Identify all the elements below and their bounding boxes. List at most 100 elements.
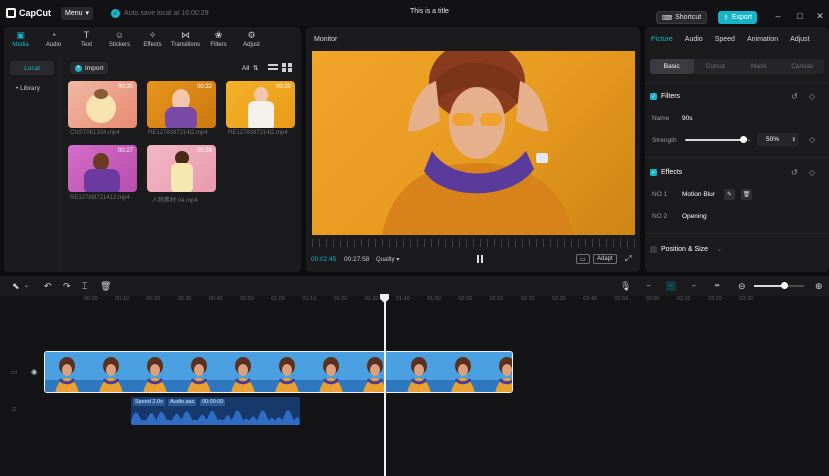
select-tool-icon[interactable]: ⬉ xyxy=(12,281,20,291)
tab-audio[interactable]: ◔ Audio xyxy=(37,27,70,51)
trash-icon[interactable]: 🗑 xyxy=(741,189,752,200)
filter-dropdown[interactable]: All ⇅ xyxy=(242,64,259,72)
media-thumbnail-1[interactable]: 00:30 xyxy=(68,81,137,128)
reset-icon[interactable]: ↺ xyxy=(791,92,798,101)
subtab-canvas[interactable]: Canvas xyxy=(781,59,825,74)
sidebar-item-local[interactable]: Local xyxy=(10,61,54,75)
auto-link-icon[interactable]: ⇔ xyxy=(689,281,699,291)
export-button[interactable]: ⇪ Export xyxy=(718,11,758,24)
video-preview[interactable] xyxy=(312,51,635,235)
ruler-tick-label: 00:50 xyxy=(240,296,254,302)
app-logo: CapCut xyxy=(6,8,51,18)
strength-slider-handle[interactable] xyxy=(739,136,747,143)
filters-checkbox[interactable]: ✓ xyxy=(650,93,657,100)
eye-icon[interactable]: ◉ xyxy=(31,368,37,376)
ruler-tick-label: 00:00 xyxy=(84,296,98,302)
stickers-icon: ☺ xyxy=(114,29,125,40)
effects-section-header[interactable]: ✓ Effects xyxy=(650,169,682,176)
media-thumbnail-3[interactable]: 00:30 xyxy=(226,81,295,128)
sidebar-item-library[interactable]: • Library xyxy=(10,81,54,95)
strength-slider[interactable] xyxy=(685,136,750,143)
subtab-cutout[interactable]: Cutout xyxy=(694,59,738,74)
media-thumbnail-2[interactable]: 00:32 xyxy=(147,81,216,128)
split-icon[interactable]: ⌶ xyxy=(82,281,87,291)
filters-section-header[interactable]: ✓ Filters xyxy=(650,93,680,100)
shortcut-button[interactable]: ⌨ Shortcut xyxy=(656,11,708,24)
tab-speed[interactable]: Speed xyxy=(709,27,741,51)
document-title[interactable]: This is a title xyxy=(410,8,449,15)
thumbnail-duration: 00:30 xyxy=(275,84,291,90)
pause-icon[interactable] xyxy=(476,255,484,263)
adapt-button[interactable]: Adapt xyxy=(593,254,617,264)
tab-adjust[interactable]: ⚙ Adjust xyxy=(235,27,268,51)
tab-text[interactable]: T Text xyxy=(70,27,103,51)
preview-axis-icon[interactable]: ⇹ xyxy=(712,281,722,291)
chevron-down-icon: ▾ xyxy=(85,10,90,17)
minimize-icon[interactable]: – xyxy=(772,11,784,21)
magnet-snap-icon[interactable]: ⇔ xyxy=(666,281,676,291)
tab-effects[interactable]: ✧ Effects xyxy=(136,27,169,51)
ruler-tick-label: 01:30 xyxy=(364,296,379,302)
timeline-ruler[interactable]: 00:00 00:10 00:20 00:30 00:40 00:50 01:00 01:10… xyxy=(0,296,829,306)
link-clips-icon[interactable]: ⇔ xyxy=(644,281,654,291)
ruler-tick-label: 01:40 xyxy=(396,296,410,302)
fit-ratio-button[interactable]: ▭ xyxy=(576,254,590,264)
fullscreen-icon[interactable]: ⤢ xyxy=(622,254,634,264)
tab-filters[interactable]: ❀ Filters xyxy=(202,27,235,51)
audio-timecode: 00:00:00 xyxy=(200,399,226,406)
monitor-title: Monitor xyxy=(314,36,338,43)
chevron-down-icon[interactable]: ⌄ xyxy=(24,281,29,291)
filters-icon: ❀ xyxy=(214,29,223,40)
video-frame xyxy=(397,352,441,392)
subtab-basic[interactable]: Basic xyxy=(650,59,694,74)
list-view-icon[interactable] xyxy=(268,63,278,72)
effect-2-value: Opening xyxy=(682,213,707,220)
reset-icon[interactable]: ↺ xyxy=(791,168,798,177)
media-thumbnail-5[interactable]: 00:28 xyxy=(147,145,216,192)
quality-dropdown[interactable]: Quality ▾ xyxy=(376,256,399,263)
keyframe-icon[interactable]: ◇ xyxy=(809,135,815,144)
undo-icon[interactable]: ↶ xyxy=(44,281,52,291)
tab-audio[interactable]: Audio xyxy=(679,27,709,51)
redo-icon[interactable]: ↷ xyxy=(63,281,71,291)
zoom-out-icon[interactable]: ⊖ xyxy=(738,281,746,291)
grid-view-icon[interactable] xyxy=(282,63,292,72)
timeline[interactable]: 00:00 00:10 00:20 00:30 00:40 00:50 01:00 01:10… xyxy=(0,296,829,476)
audio-clip[interactable]: Speed 2.0x Audio.aac 00:00:00 xyxy=(131,397,300,425)
delete-icon[interactable]: 🗑 xyxy=(100,281,111,291)
playhead[interactable] xyxy=(384,300,386,476)
filter-name-label: Name xyxy=(652,115,670,122)
keyframe-icon[interactable]: ◇ xyxy=(809,168,815,177)
position-size-checkbox[interactable] xyxy=(650,245,657,253)
tab-stickers[interactable]: ☺ Stickers xyxy=(103,27,136,51)
strength-input[interactable]: 50% ⇕ xyxy=(757,133,799,146)
monitor-scrubber[interactable] xyxy=(312,239,635,247)
tab-animation[interactable]: Animation xyxy=(741,27,784,51)
thumbnail-filename: RE1278387214l2.mp4 xyxy=(228,130,288,136)
microphone-icon[interactable]: 🎙 xyxy=(620,281,631,291)
zoom-in-icon[interactable]: ⊕ xyxy=(815,281,823,291)
tab-adjust[interactable]: Adjust xyxy=(784,27,815,51)
zoom-slider-handle[interactable] xyxy=(781,282,788,289)
stepper-icon[interactable]: ⇕ xyxy=(792,137,796,143)
tab-label: Media xyxy=(12,41,29,48)
video-track-icon: ▭ xyxy=(11,369,18,376)
ruler-tick-label: 02:10 xyxy=(489,296,504,302)
video-clip[interactable] xyxy=(44,351,513,393)
effects-checkbox[interactable]: ✓ xyxy=(650,169,657,176)
import-button[interactable]: + Import xyxy=(70,62,109,74)
maximize-icon[interactable]: □ xyxy=(794,11,806,21)
position-size-section-header[interactable]: Position & Size ⌄ xyxy=(650,245,722,253)
keyframe-icon[interactable]: ◇ xyxy=(809,92,815,101)
media-icon: ▣ xyxy=(16,29,25,40)
menu-button[interactable]: Menu ▾ xyxy=(61,6,94,20)
subtab-mask[interactable]: Mask xyxy=(737,59,781,74)
media-thumbnail-4[interactable]: 00:27 xyxy=(68,145,137,192)
tab-picture[interactable]: Picture xyxy=(645,27,679,51)
timeline-zoom-slider[interactable] xyxy=(754,282,804,289)
tab-transitions[interactable]: ⋈ Transitions xyxy=(169,27,202,51)
tab-media[interactable]: ▣ Media xyxy=(4,27,37,51)
ruler-tick-label: 00:30 xyxy=(177,296,192,302)
close-icon[interactable]: ✕ xyxy=(814,11,826,22)
edit-icon[interactable]: ✎ xyxy=(724,189,735,200)
